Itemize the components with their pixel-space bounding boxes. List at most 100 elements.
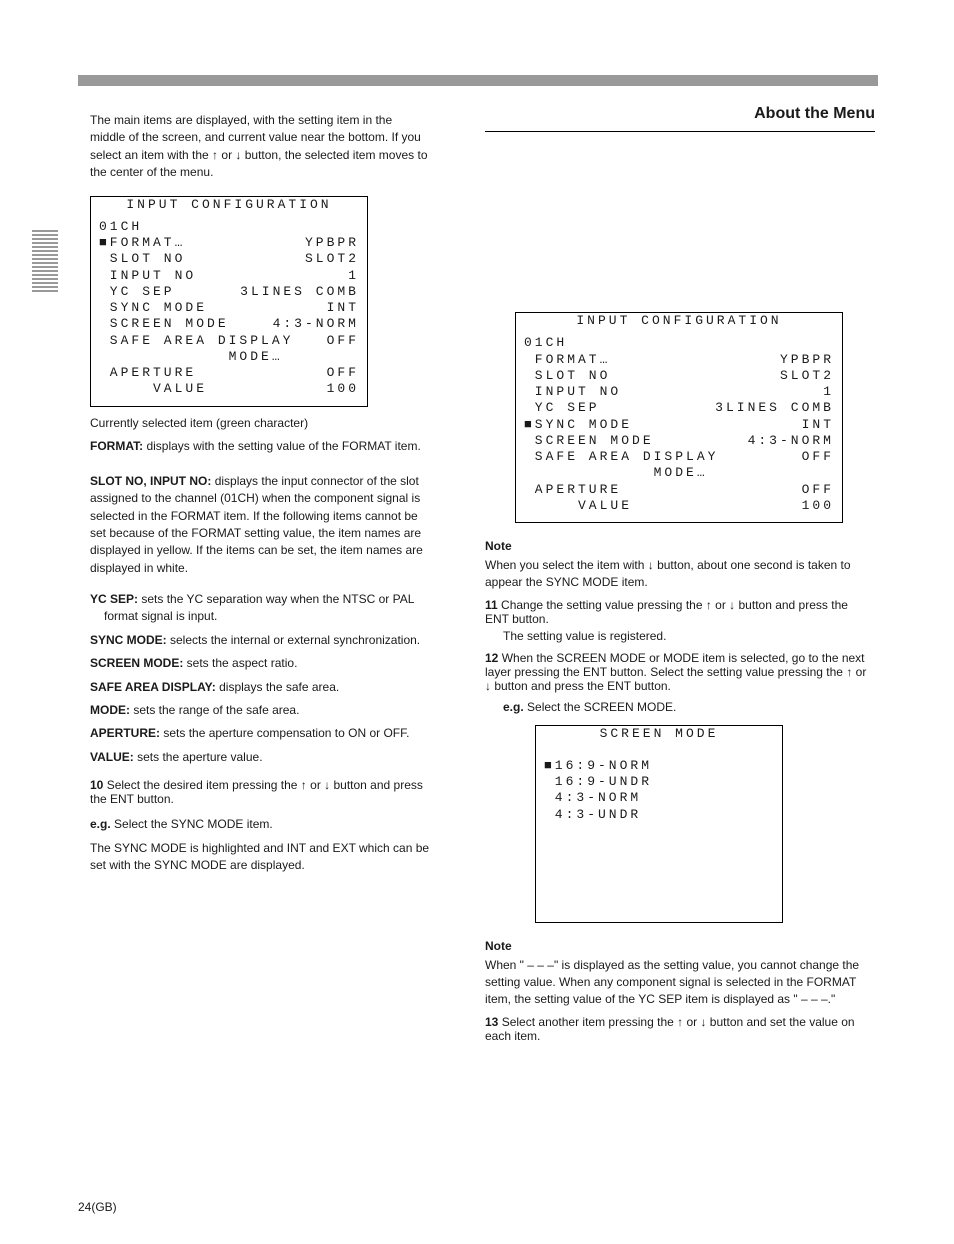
menu-row-value: OFF bbox=[327, 333, 359, 349]
menu-row-label: SLOT NO bbox=[524, 368, 780, 384]
menu-box-right: INPUT CONFIGURATION 01CH FORMAT…YPBPR SL… bbox=[515, 312, 843, 523]
item-label: SCREEN MODE: bbox=[90, 656, 183, 670]
menu-row-value: 3LINES COMB bbox=[715, 400, 834, 416]
screen-mode-option: ■16:9-NORM bbox=[544, 758, 774, 774]
screen-mode-option: 4:3-UNDR bbox=[544, 807, 774, 823]
menu-box-left: INPUT CONFIGURATION 01CH ■FORMAT…YPBPR S… bbox=[90, 196, 368, 407]
list-item: SCREEN MODE: sets the aspect ratio. bbox=[90, 655, 430, 672]
margin-lines-icon bbox=[32, 230, 58, 305]
item-text: sets the range of the safe area. bbox=[130, 703, 299, 717]
menu-row-label: YC SEP bbox=[99, 284, 240, 300]
item-label: MODE: bbox=[90, 703, 130, 717]
menu-row: ■FORMAT…YPBPR bbox=[99, 235, 359, 251]
menu-row-value: INT bbox=[802, 417, 834, 433]
menu-title: INPUT CONFIGURATION bbox=[126, 197, 331, 212]
eg-text-right: Select the SCREEN MODE. bbox=[527, 700, 676, 714]
step-10-body: Select the desired item pressing the ↑ o… bbox=[90, 778, 423, 806]
left-intro: The main items are displayed, with the s… bbox=[90, 112, 430, 182]
screen-mode-title: SCREEN MODE bbox=[600, 726, 719, 741]
menu-row-label: SAFE AREA DISPLAY bbox=[99, 333, 327, 349]
screen-mode-box: SCREEN MODE ■16:9-NORM 16:9-UNDR 4:3-NOR… bbox=[535, 725, 783, 923]
menu-row: INPUT NO1 bbox=[99, 268, 359, 284]
menu-row-value: 4:3-NORM bbox=[748, 433, 834, 449]
menu-row: YC SEP3LINES COMB bbox=[99, 284, 359, 300]
screen-mode-option: 16:9-UNDR bbox=[544, 774, 774, 790]
menu-row: FORMAT…YPBPR bbox=[524, 352, 834, 368]
item-text: sets the aspect ratio. bbox=[183, 656, 297, 670]
menu-row-label: SYNC MODE bbox=[99, 300, 327, 316]
menu-channel: 01CH bbox=[99, 219, 359, 235]
menu-row: APERTUREOFF bbox=[524, 482, 834, 498]
menu-row-label: SCREEN MODE bbox=[524, 433, 748, 449]
menu-row: VALUE100 bbox=[524, 498, 834, 514]
note-1-title: Note bbox=[485, 539, 875, 553]
menu-row-value: OFF bbox=[802, 449, 834, 465]
header-rule bbox=[78, 75, 878, 86]
item-text: sets the aperture compensation to ON or … bbox=[160, 726, 409, 740]
list-item: SYNC MODE: selects the internal or exter… bbox=[90, 632, 430, 649]
menu-row-label: MODE… bbox=[524, 465, 834, 481]
eg-text2-left: The SYNC MODE is highlighted and INT and… bbox=[90, 840, 430, 875]
menu-row-value: 100 bbox=[327, 381, 359, 397]
menu-row-label: MODE… bbox=[99, 349, 359, 365]
menu-row-label: VALUE bbox=[99, 381, 327, 397]
menu-row: MODE… bbox=[524, 465, 834, 481]
menu-channel-right: 01CH bbox=[524, 335, 834, 351]
eg-label-left: e.g. bbox=[90, 817, 111, 831]
menu-row-label: SAFE AREA DISPLAY bbox=[524, 449, 802, 465]
menu-row-value: SLOT2 bbox=[780, 368, 834, 384]
page-footer: 24(GB) bbox=[78, 1200, 117, 1214]
menu-row-value: 1 bbox=[348, 268, 359, 284]
menu-row-value: 100 bbox=[802, 498, 834, 514]
menu-row: SLOT NOSLOT2 bbox=[99, 251, 359, 267]
step-11-body: Change the setting value pressing the ↑ … bbox=[485, 598, 848, 626]
menu-row-value: INT bbox=[327, 300, 359, 316]
list-item: SAFE AREA DISPLAY: displays the safe are… bbox=[90, 679, 430, 696]
menu-row-value: YPBPR bbox=[780, 352, 834, 368]
list-item: YC SEP: sets the YC separation way when … bbox=[90, 591, 430, 626]
menu-title-right: INPUT CONFIGURATION bbox=[576, 313, 781, 328]
menu-row: SYNC MODEINT bbox=[99, 300, 359, 316]
menu-row-label: SCREEN MODE bbox=[99, 316, 273, 332]
step-13-body: Select another item pressing the ↑ or ↓ … bbox=[485, 1015, 855, 1043]
left-item-list: YC SEP: sets the YC separation way when … bbox=[90, 591, 430, 766]
note-2-title: Note bbox=[485, 939, 875, 953]
item-text: sets the YC separation way when the NTSC… bbox=[104, 592, 414, 623]
menu-row: SAFE AREA DISPLAYOFF bbox=[99, 333, 359, 349]
menu-row-value: 4:3-NORM bbox=[273, 316, 359, 332]
right-column: About the Menu INPUT CONFIGURATION 01CH … bbox=[485, 105, 875, 1045]
menu-row-value: SLOT2 bbox=[305, 251, 359, 267]
list-item: MODE: sets the range of the safe area. bbox=[90, 702, 430, 719]
left-column: The main items are displayed, with the s… bbox=[90, 100, 430, 880]
list-item: APERTURE: sets the aperture compensation… bbox=[90, 725, 430, 742]
menu-row: MODE… bbox=[99, 349, 359, 365]
item-label: SAFE AREA DISPLAY: bbox=[90, 680, 216, 694]
item-text: selects the internal or external synchro… bbox=[167, 633, 420, 647]
step-num-11: 11 bbox=[485, 598, 498, 612]
screen-mode-option: 4:3-NORM bbox=[544, 790, 774, 806]
menu-row: SAFE AREA DISPLAYOFF bbox=[524, 449, 834, 465]
step-12-body: When the SCREEN MODE or MODE item is sel… bbox=[485, 651, 866, 693]
menu-row: VALUE100 bbox=[99, 381, 359, 397]
menu-row-value: 3LINES COMB bbox=[240, 284, 359, 300]
menu-row-label: ■SYNC MODE bbox=[524, 417, 802, 433]
note-2-body: When " – – –" is displayed as the settin… bbox=[485, 957, 875, 1009]
menu-row: SLOT NOSLOT2 bbox=[524, 368, 834, 384]
menu-row-label: ■FORMAT… bbox=[99, 235, 305, 251]
menu-row-label: APERTURE bbox=[99, 365, 327, 381]
menu-row: ■SYNC MODEINT bbox=[524, 417, 834, 433]
menu-row-label: YC SEP bbox=[524, 400, 715, 416]
step-num-13: 13 bbox=[485, 1015, 498, 1029]
section-rule bbox=[485, 131, 875, 132]
note-1-body: When you select the item with ↓ button, … bbox=[485, 557, 875, 592]
menu-row: SCREEN MODE4:3-NORM bbox=[99, 316, 359, 332]
step-num-10: 10 bbox=[90, 778, 103, 792]
menu-row-label: APERTURE bbox=[524, 482, 802, 498]
menu-row: INPUT NO1 bbox=[524, 384, 834, 400]
item-label: YC SEP: bbox=[90, 592, 138, 606]
step-num-12: 12 bbox=[485, 651, 498, 665]
menu-row-label: VALUE bbox=[524, 498, 802, 514]
menu-row-value: OFF bbox=[327, 365, 359, 381]
step-11-after: The setting value is registered. bbox=[503, 628, 875, 645]
menu-row-label: INPUT NO bbox=[99, 268, 348, 284]
